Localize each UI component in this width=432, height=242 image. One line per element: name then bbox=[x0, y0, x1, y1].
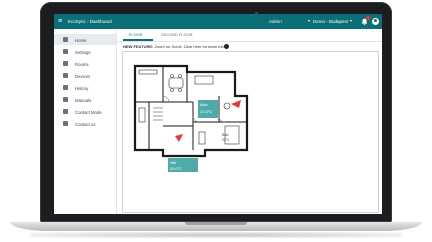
app-title: EcoSync - Dashboard bbox=[68, 19, 112, 24]
user-selector-label: Admin bbox=[269, 19, 282, 24]
room-label-bath: Bath bbox=[222, 133, 229, 137]
sidebar-item-label: Rooms bbox=[75, 61, 89, 67]
room-label-hall: Hall bbox=[170, 161, 176, 165]
history-icon bbox=[63, 85, 68, 90]
laptop-shadow bbox=[30, 232, 402, 238]
floor-plan-panel: Main 22.5°C Hall 20.0°C Bath 21°C bbox=[122, 51, 379, 213]
laptop-notch bbox=[185, 222, 247, 225]
sidebar-item-history[interactable]: History bbox=[54, 82, 116, 93]
sidebar-item-rooms[interactable]: Rooms bbox=[54, 58, 116, 69]
sidebar-item-contact-us[interactable]: Contact us bbox=[54, 118, 116, 129]
devices-icon bbox=[63, 73, 68, 78]
tab-second-floor[interactable]: SECOND FLOOR bbox=[161, 33, 193, 37]
sidebar-item-label: History bbox=[75, 85, 89, 91]
sidebar-item-label: Devices bbox=[75, 73, 91, 79]
chevron-down-icon: ▾ bbox=[350, 18, 353, 23]
alert-marker bbox=[175, 134, 183, 142]
user-selector[interactable]: Admin bbox=[269, 19, 282, 24]
menu-icon[interactable]: ≡ bbox=[58, 17, 64, 26]
info-icon[interactable] bbox=[224, 43, 229, 49]
active-tab-indicator bbox=[123, 39, 153, 41]
floor-plan[interactable]: Main 22.5°C Hall 20.0°C Bath 21°C bbox=[123, 52, 378, 212]
top-bar: ≡ EcoSync - Dashboard Admin ▾ Demo - Bud… bbox=[54, 14, 382, 29]
manuals-icon bbox=[63, 97, 68, 102]
sidebar-item-label: Settings bbox=[75, 49, 91, 55]
tab-bar: FLOOR SECOND FLOOR bbox=[117, 29, 382, 42]
feature-notice[interactable]: NEW FEATURE: Zoom on Scroll. Click here … bbox=[123, 44, 225, 49]
sidebar-item-home[interactable]: Home bbox=[54, 34, 116, 45]
room-label-main: Main bbox=[200, 103, 208, 107]
sidebar-item-label: Home bbox=[75, 37, 87, 43]
notification-badge bbox=[366, 16, 370, 20]
home-icon bbox=[63, 37, 68, 42]
room-value-main: 22.5°C bbox=[200, 109, 212, 114]
rooms-icon bbox=[63, 61, 68, 66]
chevron-down-icon: ▾ bbox=[308, 18, 311, 23]
tab-floor[interactable]: FLOOR bbox=[129, 33, 143, 37]
sidebar-item-contact-mode[interactable]: Contact Mode bbox=[54, 106, 116, 117]
room-value-hall: 20.0°C bbox=[170, 166, 182, 171]
mail-icon bbox=[63, 121, 68, 126]
settings-icon bbox=[63, 49, 68, 54]
sidebar-item-label: Manuals bbox=[75, 97, 92, 103]
sidebar-item-devices[interactable]: Devices bbox=[54, 70, 116, 81]
sidebar-item-label: Contact Mode bbox=[75, 109, 102, 115]
room-value-bath: 21°C bbox=[222, 138, 230, 142]
account-icon[interactable] bbox=[372, 18, 379, 25]
alert-marker bbox=[231, 100, 241, 108]
contact-mode-icon bbox=[63, 109, 68, 114]
sidebar-item-label: Contact us bbox=[75, 121, 96, 127]
screen: ≡ EcoSync - Dashboard Admin ▾ Demo - Bud… bbox=[54, 14, 382, 214]
main-content: NEW FEATURE: Zoom on Scroll. Click here … bbox=[117, 42, 382, 214]
sidebar: Home Settings Rooms Devices History Manu… bbox=[54, 29, 117, 214]
sidebar-item-manuals[interactable]: Manuals bbox=[54, 94, 116, 105]
sidebar-item-settings[interactable]: Settings bbox=[54, 46, 116, 57]
notice-prefix: NEW FEATURE: bbox=[123, 44, 154, 49]
location-selector-label: Demo - Budapest bbox=[313, 19, 349, 24]
notice-text: Zoom on Scroll. Click here for learn inf… bbox=[154, 44, 225, 49]
location-selector[interactable]: Demo - Budapest bbox=[313, 19, 348, 24]
